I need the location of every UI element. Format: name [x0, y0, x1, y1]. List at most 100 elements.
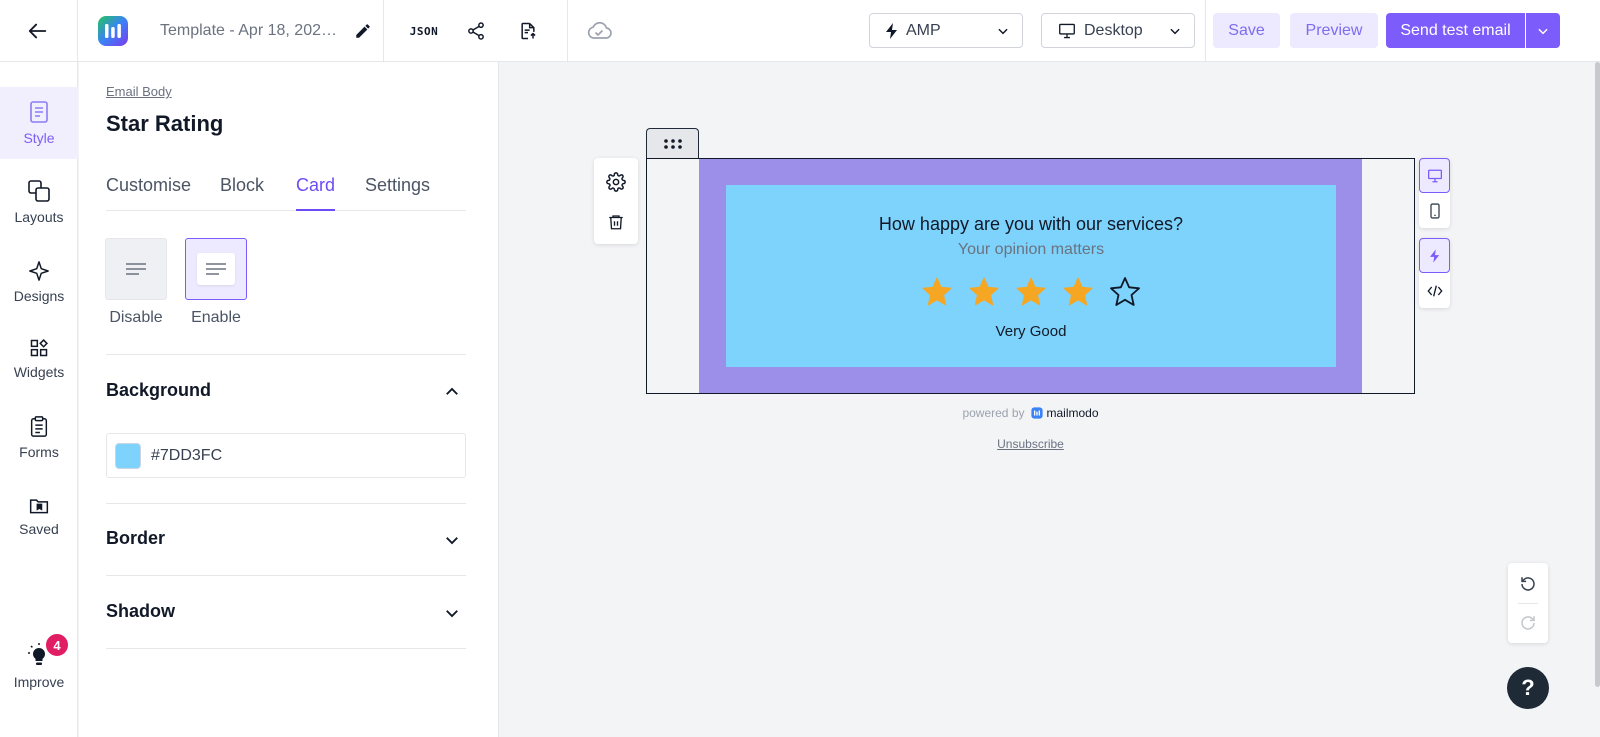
- device-preview-toolbar: [1419, 158, 1450, 228]
- rail-item-layouts[interactable]: Layouts: [0, 166, 78, 238]
- drag-dots-icon: [663, 139, 682, 149]
- star-filled-icon[interactable]: [961, 275, 1008, 309]
- chevron-down-icon: [1538, 28, 1548, 34]
- desktop-preview-button[interactable]: [1419, 158, 1450, 193]
- settings-panel: Email Body Star Rating Customise Block C…: [79, 62, 499, 737]
- sparkle-icon: [29, 261, 49, 281]
- rating-label: Very Good: [995, 323, 1067, 340]
- star-filled-icon[interactable]: [1055, 275, 1102, 309]
- chevron-up-icon[interactable]: [443, 383, 461, 401]
- forms-icon: [30, 416, 48, 437]
- block-drag-handle[interactable]: [646, 128, 699, 159]
- export-button[interactable]: [514, 0, 542, 62]
- code-view-toolbar: [1419, 238, 1450, 308]
- code-icon: [1426, 285, 1443, 296]
- star-rating: [726, 275, 1336, 309]
- panel-tabs: Customise Block Card Settings: [106, 170, 466, 211]
- notification-badge: 4: [44, 632, 70, 658]
- device-dropdown-value: Desktop: [1084, 21, 1143, 39]
- save-button[interactable]: Save: [1213, 13, 1280, 48]
- redo-icon: [1521, 616, 1535, 630]
- block-settings-button[interactable]: [594, 162, 638, 202]
- rail-item-label: Forms: [19, 444, 59, 460]
- export-document-icon: [521, 22, 536, 40]
- rail-item-label: Improve: [13, 674, 65, 690]
- rating-card[interactable]: How happy are you with our services? You…: [726, 185, 1336, 367]
- powered-by-text: powered by: [962, 406, 1025, 420]
- star-rating-block[interactable]: How happy are you with our services? You…: [646, 158, 1415, 394]
- tab-customise[interactable]: Customise: [106, 170, 191, 211]
- card-preview: [197, 253, 235, 285]
- edit-title-button[interactable]: [350, 0, 376, 62]
- redo-button[interactable]: [1508, 608, 1548, 638]
- chevron-down-icon[interactable]: [443, 604, 461, 622]
- desktop-icon: [1427, 169, 1442, 182]
- share-button[interactable]: [462, 0, 490, 62]
- format-dropdown-value: AMP: [906, 21, 941, 39]
- rail-item-saved[interactable]: Saved: [0, 481, 78, 553]
- background-color-input[interactable]: #7DD3FC: [106, 433, 466, 478]
- card-enable-label: Enable: [191, 309, 241, 326]
- undo-button[interactable]: [1508, 569, 1548, 599]
- widgets-icon: [30, 339, 48, 357]
- mobile-preview-button[interactable]: [1419, 193, 1450, 228]
- card-enable-option[interactable]: [185, 238, 247, 300]
- card-disable-label: Disable: [109, 309, 163, 326]
- send-test-email-button[interactable]: Send test email: [1386, 13, 1525, 48]
- star-empty-icon[interactable]: [1102, 275, 1149, 309]
- app-logo: [96, 0, 130, 62]
- rail-item-label: Layouts: [14, 209, 64, 225]
- device-dropdown[interactable]: Desktop: [1041, 13, 1195, 48]
- shadow-section-title[interactable]: Shadow: [106, 601, 175, 622]
- format-dropdown[interactable]: AMP: [869, 13, 1023, 48]
- cloud-sync-status: [584, 0, 614, 62]
- tab-block[interactable]: Block: [220, 170, 264, 211]
- rating-question: How happy are you with our services?: [878, 214, 1184, 234]
- arrow-left-icon: [28, 23, 47, 39]
- chevron-down-icon[interactable]: [443, 531, 461, 549]
- style-icon: [30, 101, 48, 123]
- history-toolbar: [1508, 563, 1548, 643]
- html-code-button[interactable]: [1419, 273, 1450, 308]
- rail-item-widgets[interactable]: Widgets: [0, 323, 78, 395]
- tab-card[interactable]: Card: [296, 170, 336, 211]
- background-section-title[interactable]: Background: [106, 380, 211, 401]
- text-lines-icon: [206, 263, 226, 275]
- mailmodo-logo-icon: [1030, 407, 1043, 419]
- rail-item-style[interactable]: Style: [0, 87, 78, 159]
- star-filled-icon[interactable]: [914, 275, 961, 309]
- desktop-icon: [1059, 23, 1075, 38]
- rail-item-label: Designs: [13, 288, 65, 304]
- cloud-check-icon: [587, 21, 612, 39]
- tab-settings[interactable]: Settings: [365, 170, 430, 211]
- rail-item-label: Widgets: [13, 364, 65, 380]
- chevron-down-icon: [1170, 28, 1180, 34]
- send-options-button[interactable]: [1526, 13, 1560, 48]
- border-section-title[interactable]: Border: [106, 528, 165, 549]
- canvas-scrollbar[interactable]: [1595, 62, 1600, 687]
- unsubscribe-link[interactable]: Unsubscribe: [646, 437, 1415, 451]
- text-lines-icon: [126, 263, 146, 275]
- gear-icon: [606, 172, 626, 192]
- pencil-icon: [356, 24, 370, 38]
- block-delete-button[interactable]: [594, 202, 638, 242]
- help-button[interactable]: ?: [1507, 667, 1549, 709]
- json-label: JSON: [409, 24, 439, 38]
- undo-icon: [1521, 577, 1535, 591]
- saved-folder-icon: [29, 499, 49, 514]
- color-swatch[interactable]: [115, 442, 141, 469]
- rail-item-forms[interactable]: Forms: [0, 402, 78, 474]
- card-disable-option[interactable]: [105, 238, 167, 300]
- chevron-down-icon: [998, 28, 1008, 34]
- json-button[interactable]: JSON: [404, 0, 444, 62]
- template-title[interactable]: Template - Apr 18, 2024 10:30: [160, 0, 340, 62]
- block-background: How happy are you with our services? You…: [699, 159, 1362, 393]
- top-bar: Template - Apr 18, 2024 10:30 JSON AMP D…: [0, 0, 1600, 62]
- rail-item-designs[interactable]: Designs: [0, 246, 78, 318]
- star-filled-icon[interactable]: [1008, 275, 1055, 309]
- back-button[interactable]: [0, 0, 76, 62]
- preview-button[interactable]: Preview: [1290, 13, 1378, 48]
- breadcrumb[interactable]: Email Body: [106, 84, 172, 99]
- amp-view-button[interactable]: [1419, 238, 1450, 273]
- lightning-icon: [1429, 248, 1439, 263]
